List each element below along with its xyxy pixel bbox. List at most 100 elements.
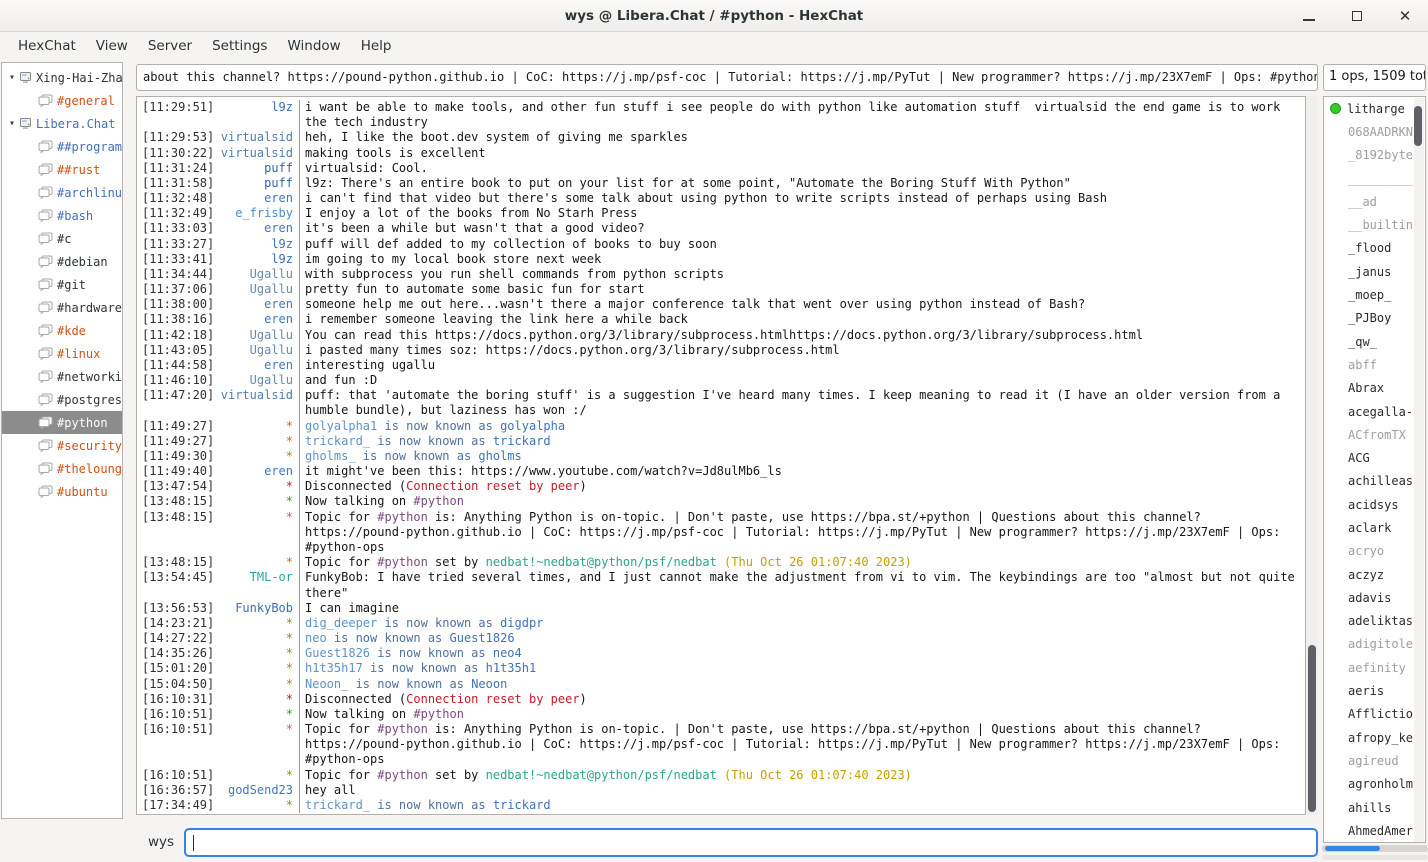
user-list-scrollbar-thumb[interactable] xyxy=(1414,106,1422,146)
user-item-pjboy[interactable]: _PJBoy xyxy=(1324,307,1425,330)
message-nick: virtualsid xyxy=(216,388,299,403)
sidebar-item-c[interactable]: #c xyxy=(2,227,122,250)
chat-message: [14:27:22]*neo is now known as Guest1826 xyxy=(142,631,1305,646)
user-item-aeris[interactable]: aeris xyxy=(1324,679,1425,702)
menu-settings[interactable]: Settings xyxy=(202,34,277,58)
user-item-item[interactable]: _________ xyxy=(1324,167,1425,190)
user-item-ad[interactable]: __ad xyxy=(1324,190,1425,213)
message-text: i want be able to make tools, and other … xyxy=(299,100,1305,130)
user-item-068aadrkn[interactable]: 068AADRKN xyxy=(1324,120,1425,143)
user-item-aefinity[interactable]: aefinity xyxy=(1324,656,1425,679)
user-item-8192byte[interactable]: _8192byte xyxy=(1324,144,1425,167)
channel-tree[interactable]: ▾Xing-Hai-Zhan#general▾Libera.Chat##prog… xyxy=(1,62,123,819)
message-text: You can read this https://docs.python.or… xyxy=(299,328,1305,343)
message-nick: eren xyxy=(216,312,299,327)
message-text: l9z: There's an entire book to put on yo… xyxy=(299,176,1305,191)
user-list[interactable]: litharge068AADRKN_8192byte___________ad_… xyxy=(1323,96,1426,843)
user-item-affliction[interactable]: Affliction xyxy=(1324,703,1425,726)
sidebar-item-rust[interactable]: ##rust xyxy=(2,158,122,181)
message-timestamp: [11:32:48] xyxy=(142,191,216,206)
user-item-aclark[interactable]: aclark xyxy=(1324,516,1425,539)
sidebar-item-xing-hai-zhan[interactable]: ▾Xing-Hai-Zhan xyxy=(2,66,122,89)
user-item-agronholm[interactable]: agronholm xyxy=(1324,773,1425,796)
chat-message: [11:38:00]erensomeone help me out here..… xyxy=(142,297,1305,312)
chat-scrollbar-thumb[interactable] xyxy=(1308,645,1316,812)
user-item-aczyz[interactable]: aczyz xyxy=(1324,563,1425,586)
close-button[interactable]: ✕ xyxy=(1394,5,1416,27)
menu-help[interactable]: Help xyxy=(351,34,402,58)
user-name: _moep_ xyxy=(1348,288,1391,302)
user-item-builtin[interactable]: __builtin xyxy=(1324,213,1425,236)
chat-scrollbar[interactable] xyxy=(1306,96,1318,815)
sidebar-item-python[interactable]: #python xyxy=(2,411,122,434)
sidebar-item-postgresql[interactable]: #postgresql xyxy=(2,388,122,411)
user-item-abff[interactable]: abff xyxy=(1324,353,1425,376)
sidebar-item-hardware[interactable]: #hardware xyxy=(2,296,122,319)
message-text: making tools is excellent xyxy=(299,146,1305,161)
message-text: i remember someone leaving the link here… xyxy=(299,312,1305,327)
user-item-acryo[interactable]: acryo xyxy=(1324,540,1425,563)
sidebar-item-libera-chat[interactable]: ▾Libera.Chat xyxy=(2,112,122,135)
message-text: puff will def added to my collection of … xyxy=(299,237,1305,252)
channel-icon xyxy=(38,232,53,245)
user-item-ahills[interactable]: ahills xyxy=(1324,796,1425,819)
message-timestamp: [15:04:50] xyxy=(142,677,216,692)
sidebar-item-linux[interactable]: #linux xyxy=(2,342,122,365)
user-item-acg[interactable]: ACG xyxy=(1324,446,1425,469)
message-text: Now talking on #python xyxy=(299,707,1305,722)
sidebar-item-label: #debian xyxy=(57,255,108,269)
user-list-scrollbar[interactable] xyxy=(1414,98,1424,843)
minimize-button[interactable] xyxy=(1298,5,1320,27)
message-text: and fun :D xyxy=(299,373,1305,388)
sidebar-item-thelounge[interactable]: #thelounge xyxy=(2,457,122,480)
sidebar-item-kde[interactable]: #kde xyxy=(2,319,122,342)
user-item-acfromtx[interactable]: ACfromTX xyxy=(1324,423,1425,446)
menu-view[interactable]: View xyxy=(86,34,138,58)
message-text: Disconnected (Connection reset by peer) xyxy=(299,479,1305,494)
sidebar-item-general[interactable]: #general xyxy=(2,89,122,112)
sidebar-item-security[interactable]: #security xyxy=(2,434,122,457)
sidebar-item-networking[interactable]: #networking xyxy=(2,365,122,388)
message-input[interactable] xyxy=(184,828,1318,857)
user-name: agireud xyxy=(1348,754,1399,768)
chat-text-area[interactable]: [11:29:51]l9zi want be able to make tool… xyxy=(136,96,1306,815)
user-item-achilleas[interactable]: achilleas xyxy=(1324,470,1425,493)
user-item-qw[interactable]: _qw_ xyxy=(1324,330,1425,353)
message-nick: virtualsid xyxy=(216,130,299,145)
sidebar-item-debian[interactable]: #debian xyxy=(2,250,122,273)
channel-icon xyxy=(38,485,53,498)
user-item-agireud[interactable]: agireud xyxy=(1324,749,1425,772)
expander-icon[interactable]: ▾ xyxy=(5,72,19,83)
sidebar-item-ubuntu[interactable]: #ubuntu xyxy=(2,480,122,503)
user-item-litharge[interactable]: litharge xyxy=(1324,97,1425,120)
user-item-adeliktas[interactable]: adeliktas xyxy=(1324,610,1425,633)
user-item-abrax[interactable]: Abrax xyxy=(1324,377,1425,400)
op-badge-icon xyxy=(1330,103,1341,114)
user-item-afropy-ke[interactable]: afropy_ke xyxy=(1324,726,1425,749)
user-item-janus[interactable]: _janus xyxy=(1324,260,1425,283)
sidebar-item-programming[interactable]: ##programming xyxy=(2,135,122,158)
user-item-moep[interactable]: _moep_ xyxy=(1324,283,1425,306)
user-name: adeliktas xyxy=(1348,614,1413,628)
menu-window[interactable]: Window xyxy=(277,34,350,58)
user-list-hscrollbar-thumb[interactable] xyxy=(1325,846,1380,851)
input-bar: wys xyxy=(130,822,1318,862)
expander-icon[interactable]: ▾ xyxy=(5,118,19,129)
sidebar-item-archlinux[interactable]: #archlinux xyxy=(2,181,122,204)
sidebar-item-git[interactable]: #git xyxy=(2,273,122,296)
user-item-adavis[interactable]: adavis xyxy=(1324,586,1425,609)
sidebar-item-bash[interactable]: #bash xyxy=(2,204,122,227)
menu-hexchat[interactable]: HexChat xyxy=(8,34,86,58)
user-item-acegalla[interactable]: acegalla- xyxy=(1324,400,1425,423)
message-timestamp: [11:33:03] xyxy=(142,221,216,236)
maximize-button[interactable] xyxy=(1346,5,1368,27)
topic-bar[interactable]: about this channel? https://pound-python… xyxy=(136,64,1318,91)
message-text: Now talking on #python xyxy=(299,494,1305,509)
user-item-acidsys[interactable]: acidsys xyxy=(1324,493,1425,516)
user-item-flood[interactable]: _flood xyxy=(1324,237,1425,260)
sidebar-item-label: #thelounge xyxy=(57,462,122,476)
user-item-adigitole[interactable]: adigitole xyxy=(1324,633,1425,656)
user-list-hscrollbar[interactable] xyxy=(1322,845,1428,852)
user-item-ahmedamer[interactable]: AhmedAmer xyxy=(1324,819,1425,842)
menu-server[interactable]: Server xyxy=(138,34,202,58)
